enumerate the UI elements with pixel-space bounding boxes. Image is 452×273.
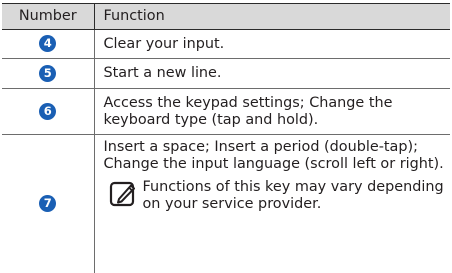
- table-header-row: Number Function: [2, 3, 450, 30]
- function-text: Start a new line.: [103, 65, 222, 81]
- number-cell: 4: [2, 29, 95, 59]
- number-cell: 6: [2, 88, 95, 135]
- table-row: 4 Clear your input.: [2, 29, 450, 59]
- function-cell: Start a new line.: [94, 58, 450, 89]
- header-number: Number: [2, 3, 95, 30]
- note-box: Functions of this key may vary depending…: [104, 179, 451, 213]
- note-text: Functions of this key may vary depending…: [142, 179, 444, 212]
- table-row: 7 Insert a space; Insert a period (doubl…: [2, 134, 450, 273]
- function-cell: Access the keypad settings; Change the k…: [94, 88, 450, 135]
- table-row: 5 Start a new line.: [2, 58, 450, 89]
- table-row: 6 Access the keypad settings; Change the…: [2, 88, 450, 135]
- header-function: Function: [94, 3, 450, 30]
- number-cell: 7: [2, 134, 95, 273]
- function-cell: Clear your input.: [94, 29, 450, 59]
- function-text: Insert a space; Insert a period (double-…: [103, 139, 444, 172]
- number-badge: 5: [39, 64, 57, 82]
- key-function-table: Number Function 4 Clear your input. 5 St…: [2, 3, 450, 273]
- number-badge: 4: [39, 35, 57, 53]
- function-cell: Insert a space; Insert a period (double-…: [94, 135, 450, 273]
- note-pencil-icon: [109, 181, 135, 207]
- function-text: Clear your input.: [103, 35, 225, 52]
- number-cell: 5: [2, 58, 95, 89]
- number-badge: 7: [39, 195, 57, 212]
- number-badge: 6: [39, 102, 57, 120]
- function-text: Access the keypad settings; Change the k…: [103, 94, 393, 128]
